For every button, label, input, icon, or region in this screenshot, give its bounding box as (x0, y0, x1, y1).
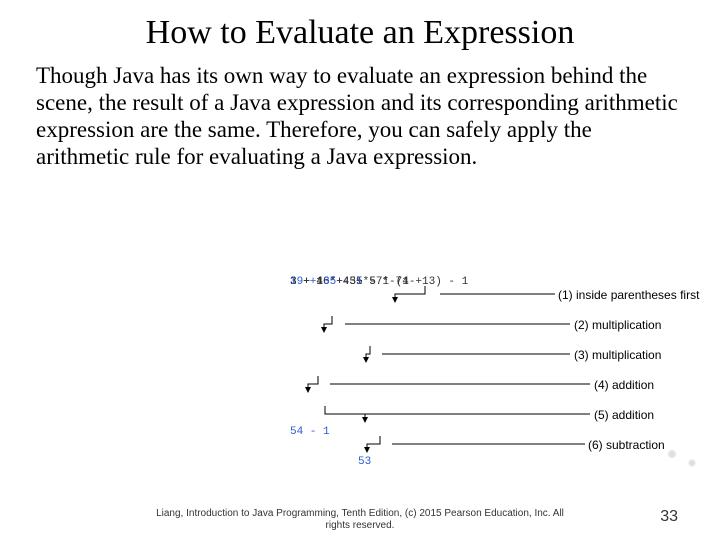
page-number: 33 (660, 508, 678, 526)
slide-body: Though Java has its own way to evaluate … (36, 62, 684, 171)
annotation-1: (1) inside parentheses first (558, 288, 699, 302)
step-line-5: 19 + 35 - 1 (290, 276, 363, 288)
annotation-4: (4) addition (594, 378, 654, 392)
watermark-graphic (640, 430, 720, 490)
annotation-2: (2) multiplication (574, 318, 661, 332)
step-line-7: 53 (358, 456, 371, 468)
footer-line-1: Liang, Introduction to Java Programming,… (0, 508, 720, 520)
annotation-3: (3) multiplication (574, 348, 661, 362)
step-line-6: 54 - 1 (290, 426, 330, 438)
annotation-5: (5) addition (594, 408, 654, 422)
slide-title: How to Evaluate an Expression (30, 14, 690, 52)
footer-line-2: rights reserved. (0, 520, 720, 532)
footer: Liang, Introduction to Java Programming,… (0, 508, 720, 532)
